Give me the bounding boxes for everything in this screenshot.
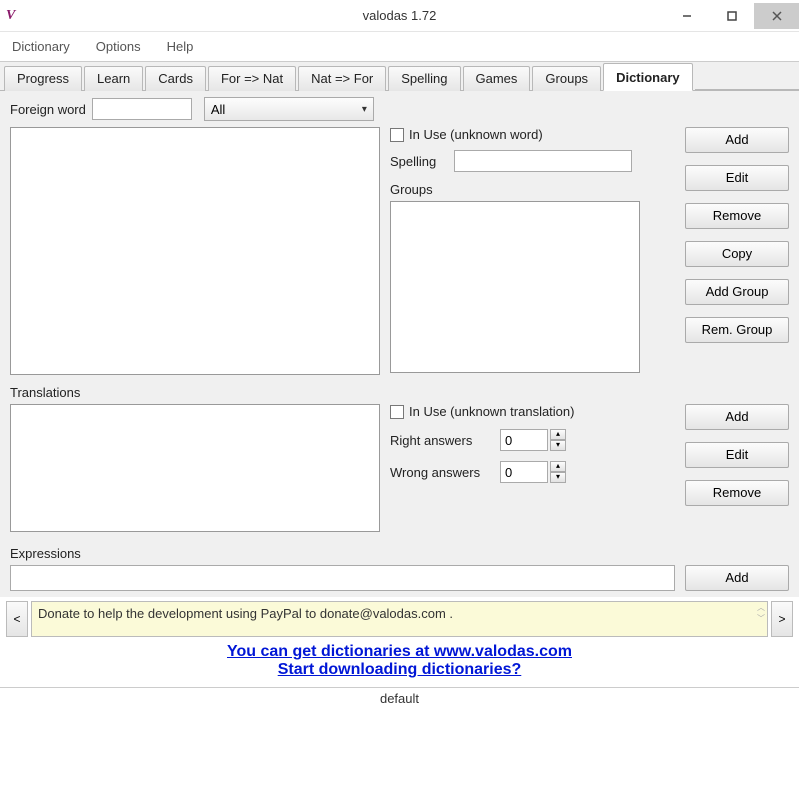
wrong-answers-label: Wrong answers bbox=[390, 465, 500, 480]
tab-for-nat[interactable]: For => Nat bbox=[208, 66, 296, 91]
download-dictionaries-link[interactable]: Start downloading dictionaries? bbox=[0, 661, 799, 679]
donate-scroll-up-icon[interactable]: ︿ bbox=[757, 604, 765, 612]
wrong-up-icon[interactable]: ▴ bbox=[550, 461, 566, 472]
right-answers-input[interactable] bbox=[500, 429, 548, 451]
copy-word-button[interactable]: Copy bbox=[685, 241, 789, 267]
tab-groups[interactable]: Groups bbox=[532, 66, 601, 91]
tab-dictionary[interactable]: Dictionary bbox=[603, 63, 693, 91]
words-listbox[interactable] bbox=[10, 127, 380, 375]
translations-label: Translations bbox=[10, 385, 789, 400]
translations-listbox[interactable] bbox=[10, 404, 380, 532]
spelling-label: Spelling bbox=[390, 154, 446, 169]
wrong-answers-stepper[interactable]: ▴ ▾ bbox=[500, 461, 566, 483]
donate-bar: < Donate to help the development using P… bbox=[6, 601, 793, 637]
maximize-button[interactable] bbox=[709, 3, 754, 29]
statusbar: default bbox=[0, 687, 799, 709]
remove-word-button[interactable]: Remove bbox=[685, 203, 789, 229]
inuse-trans-checkbox[interactable] bbox=[390, 405, 404, 419]
titlebar: V valodas 1.72 bbox=[0, 0, 799, 32]
add-word-button[interactable]: Add bbox=[685, 127, 789, 153]
foreign-word-input[interactable] bbox=[92, 98, 192, 120]
close-button[interactable] bbox=[754, 3, 799, 29]
inuse-word-checkbox[interactable] bbox=[390, 128, 404, 142]
wrong-down-icon[interactable]: ▾ bbox=[550, 472, 566, 483]
menubar: Dictionary Options Help bbox=[0, 32, 799, 61]
remove-trans-button[interactable]: Remove bbox=[685, 480, 789, 506]
inuse-trans-label: In Use (unknown translation) bbox=[409, 404, 574, 419]
foreign-word-label: Foreign word bbox=[10, 102, 86, 117]
rem-group-button[interactable]: Rem. Group bbox=[685, 317, 789, 343]
donate-scroll-down-icon[interactable]: ﹀ bbox=[757, 615, 765, 623]
groups-listbox[interactable] bbox=[390, 201, 640, 373]
minimize-button[interactable] bbox=[664, 3, 709, 29]
add-group-button[interactable]: Add Group bbox=[685, 279, 789, 305]
groups-label: Groups bbox=[390, 182, 675, 197]
donate-prev-button[interactable]: < bbox=[6, 601, 28, 637]
filter-combo-value: All bbox=[211, 102, 225, 117]
tabbar: Progress Learn Cards For => Nat Nat => F… bbox=[0, 61, 799, 91]
spelling-input[interactable] bbox=[454, 150, 632, 172]
add-trans-button[interactable]: Add bbox=[685, 404, 789, 430]
right-answers-stepper[interactable]: ▴ ▾ bbox=[500, 429, 566, 451]
wrong-answers-input[interactable] bbox=[500, 461, 548, 483]
edit-word-button[interactable]: Edit bbox=[685, 165, 789, 191]
right-down-icon[interactable]: ▾ bbox=[550, 440, 566, 451]
content: Foreign word All ▾ In Use (unknown word)… bbox=[0, 91, 799, 597]
right-answers-label: Right answers bbox=[390, 433, 500, 448]
tab-progress[interactable]: Progress bbox=[4, 66, 82, 91]
chevron-down-icon: ▾ bbox=[362, 104, 367, 115]
filter-combo[interactable]: All ▾ bbox=[204, 97, 374, 121]
tab-spelling[interactable]: Spelling bbox=[388, 66, 460, 91]
app-icon: V bbox=[6, 8, 22, 24]
add-expression-button[interactable]: Add bbox=[685, 565, 789, 591]
menu-dictionary[interactable]: Dictionary bbox=[8, 36, 74, 57]
donate-next-button[interactable]: > bbox=[771, 601, 793, 637]
inuse-word-label: In Use (unknown word) bbox=[409, 127, 543, 142]
menu-options[interactable]: Options bbox=[92, 36, 145, 57]
tab-games[interactable]: Games bbox=[463, 66, 531, 91]
expressions-label: Expressions bbox=[10, 546, 789, 561]
right-up-icon[interactable]: ▴ bbox=[550, 429, 566, 440]
expressions-input[interactable] bbox=[10, 565, 675, 591]
donate-text: Donate to help the development using Pay… bbox=[31, 601, 768, 637]
tab-cards[interactable]: Cards bbox=[145, 66, 206, 91]
footer-links: You can get dictionaries at www.valodas.… bbox=[0, 637, 799, 681]
tab-nat-for[interactable]: Nat => For bbox=[298, 66, 386, 91]
tab-learn[interactable]: Learn bbox=[84, 66, 143, 91]
edit-trans-button[interactable]: Edit bbox=[685, 442, 789, 468]
menu-help[interactable]: Help bbox=[163, 36, 198, 57]
get-dictionaries-link[interactable]: You can get dictionaries at www.valodas.… bbox=[0, 643, 799, 661]
